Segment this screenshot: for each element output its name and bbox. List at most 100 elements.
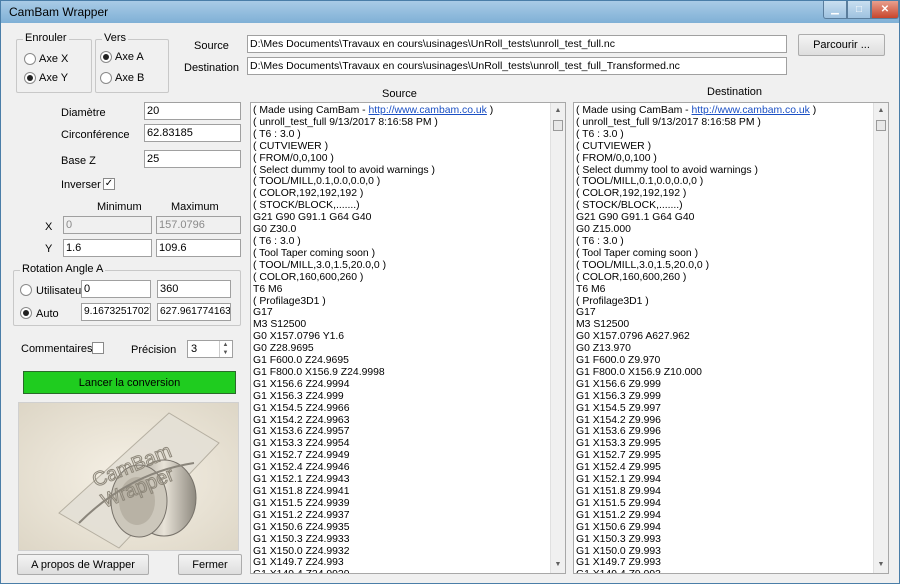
title-bar[interactable]: CamBam Wrapper ▁ □ ✕ bbox=[1, 1, 899, 23]
code-line: ( Select dummy tool to avoid warnings ) bbox=[253, 164, 435, 176]
code-line: G1 X156.6 Z24.9994 bbox=[253, 378, 350, 390]
code-line: G1 X152.1 Z24.9943 bbox=[253, 474, 350, 486]
basez-input[interactable]: 25 bbox=[144, 150, 241, 168]
x-max-input[interactable]: 157.0796 bbox=[156, 216, 241, 234]
maximize-button[interactable]: □ bbox=[847, 1, 871, 19]
scroll-down-icon[interactable]: ▼ bbox=[551, 557, 565, 573]
y-max-input[interactable]: 109.6 bbox=[156, 239, 241, 257]
about-button[interactable]: A propos de Wrapper bbox=[17, 554, 149, 575]
code-line: ( COLOR,192,192,192 ) bbox=[576, 188, 687, 200]
code-line: G1 X149.7 Z9.993 bbox=[576, 557, 661, 569]
wrapper-illustration: CamBam Wrapper bbox=[19, 403, 238, 550]
radio-auto[interactable] bbox=[20, 307, 32, 319]
code-line: ( TOOL/MILL,0.1,0.0,0.0,0 ) bbox=[253, 176, 381, 188]
code-line: G1 X152.1 Z9.994 bbox=[576, 474, 661, 486]
code-line: G0 Z15.000 bbox=[576, 224, 631, 236]
radio-auto-label[interactable]: Auto bbox=[36, 308, 59, 320]
diametre-input[interactable]: 20 bbox=[144, 102, 241, 120]
inverser-label: Inverser bbox=[61, 179, 101, 191]
radio-utilisateur[interactable] bbox=[20, 284, 32, 296]
scroll-down-icon[interactable]: ▼ bbox=[874, 557, 888, 573]
stepper-up-icon[interactable]: ▲ bbox=[219, 341, 231, 349]
destination-file-input[interactable]: D:\Mes Documents\Travaux en cours\usinag… bbox=[247, 57, 787, 75]
scroll-thumb[interactable] bbox=[876, 120, 886, 131]
code-line: G1 X156.3 Z9.999 bbox=[576, 390, 661, 402]
x-min-input[interactable]: 0 bbox=[63, 216, 152, 234]
scroll-up-icon[interactable]: ▲ bbox=[551, 103, 565, 119]
radio-axe-y-label[interactable]: Axe Y bbox=[39, 72, 68, 84]
maximum-header: Maximum bbox=[171, 201, 219, 213]
cambam-link[interactable]: http://www.cambam.co.uk bbox=[369, 105, 487, 116]
code-line: G1 X153.3 Z24.9954 bbox=[253, 438, 350, 450]
destination-scrollbar[interactable]: ▲ ▼ bbox=[873, 103, 888, 573]
source-scrollbar[interactable]: ▲ ▼ bbox=[550, 103, 565, 573]
precision-label: Précision bbox=[131, 344, 177, 356]
maximize-icon: □ bbox=[855, 4, 863, 15]
code-line: G1 X151.2 Z9.994 bbox=[576, 509, 661, 521]
auto-max-input[interactable]: 627.9617741638 bbox=[157, 303, 231, 321]
destination-panel-title: Destination bbox=[707, 86, 763, 98]
code-line: ( Profilage3D1 ) bbox=[253, 295, 326, 307]
browse-button[interactable]: Parcourir ... bbox=[798, 34, 885, 56]
window-title: CamBam Wrapper bbox=[9, 5, 109, 19]
radio-utilisateur-label[interactable]: Utilisateur bbox=[36, 285, 85, 297]
code-line: G1 F600.0 Z24.9695 bbox=[253, 355, 349, 367]
code-line: ( FROM/0,0,100 ) bbox=[253, 152, 334, 164]
code-line: ( CUTVIEWER ) bbox=[253, 140, 329, 152]
commentaires-label: Commentaires bbox=[21, 343, 93, 355]
utilisateur-max-input[interactable]: 360 bbox=[157, 280, 231, 298]
close-button[interactable]: Fermer bbox=[178, 554, 242, 575]
code-line: G1 X151.2 Z24.9937 bbox=[253, 509, 350, 521]
code-line: G1 X154.5 Z24.9966 bbox=[253, 402, 350, 414]
destination-code: ( Made using CamBam - http://www.cambam.… bbox=[576, 105, 872, 573]
y-min-input[interactable]: 1.6 bbox=[63, 239, 152, 257]
checkmark-icon: ✓ bbox=[104, 178, 114, 189]
convert-button[interactable]: Lancer la conversion bbox=[23, 371, 236, 394]
code-line: G1 X150.0 Z24.9932 bbox=[253, 545, 350, 557]
circonference-input[interactable]: 62.83185 bbox=[144, 124, 241, 142]
code-line: G1 X154.2 Z9.996 bbox=[576, 414, 661, 426]
radio-axe-a[interactable] bbox=[100, 51, 112, 63]
source-file-input[interactable]: D:\Mes Documents\Travaux en cours\usinag… bbox=[247, 35, 787, 53]
destination-text-area[interactable]: ( Made using CamBam - http://www.cambam.… bbox=[573, 102, 889, 574]
radio-axe-b-label[interactable]: Axe B bbox=[115, 72, 144, 84]
stepper-down-icon[interactable]: ▼ bbox=[219, 349, 231, 357]
radio-axe-y[interactable] bbox=[24, 72, 36, 84]
scroll-thumb[interactable] bbox=[553, 120, 563, 131]
vers-title: Vers bbox=[102, 32, 129, 44]
code-line: M3 S12500 bbox=[253, 319, 307, 331]
source-panel-title: Source bbox=[382, 88, 417, 100]
source-lines: ( unroll_test_full 9/13/2017 8:16:58 PM … bbox=[253, 117, 549, 573]
precision-stepper[interactable]: 3 ▲ ▼ bbox=[187, 340, 233, 358]
radio-axe-a-label[interactable]: Axe A bbox=[115, 51, 144, 63]
cambam-link[interactable]: http://www.cambam.co.uk bbox=[692, 105, 810, 116]
minimize-icon: ▁ bbox=[831, 4, 839, 15]
code-line: G1 X150.3 Z24.9933 bbox=[253, 533, 350, 545]
close-window-button[interactable]: ✕ bbox=[871, 1, 899, 19]
auto-min-input[interactable]: 9.16732517027 bbox=[81, 303, 151, 321]
minimum-header: Minimum bbox=[97, 201, 142, 213]
code-line: G0 Z30.0 bbox=[253, 224, 297, 236]
scroll-up-icon[interactable]: ▲ bbox=[874, 103, 888, 119]
minimize-button[interactable]: ▁ bbox=[823, 1, 847, 19]
code-line: G1 X153.3 Z9.995 bbox=[576, 438, 661, 450]
y-label: Y bbox=[45, 243, 53, 255]
radio-axe-b[interactable] bbox=[100, 72, 112, 84]
code-line: ( CUTVIEWER ) bbox=[576, 140, 652, 152]
utilisateur-min-input[interactable]: 0 bbox=[81, 280, 151, 298]
source-file-label: Source bbox=[194, 40, 229, 52]
commentaires-checkbox[interactable] bbox=[92, 342, 104, 354]
destination-header-line: ( Made using CamBam - http://www.cambam.… bbox=[576, 105, 817, 116]
radio-axe-x[interactable] bbox=[24, 53, 36, 65]
source-text-area[interactable]: ( Made using CamBam - http://www.cambam.… bbox=[250, 102, 566, 574]
source-code: ( Made using CamBam - http://www.cambam.… bbox=[253, 105, 549, 573]
code-line: G0 X157.0796 A627.962 bbox=[576, 331, 690, 343]
code-line: G17 bbox=[253, 307, 273, 319]
source-header-line: ( Made using CamBam - http://www.cambam.… bbox=[253, 105, 494, 116]
code-line: G1 F800.0 X156.9 Z24.9998 bbox=[253, 366, 385, 378]
code-line: ( COLOR,160,600,260 ) bbox=[253, 271, 364, 283]
code-line: G1 X150.6 Z9.994 bbox=[576, 521, 661, 533]
code-line: ( unroll_test_full 9/13/2017 8:16:58 PM … bbox=[576, 116, 761, 128]
radio-axe-x-label[interactable]: Axe X bbox=[39, 53, 68, 65]
inverser-checkbox[interactable]: ✓ bbox=[103, 178, 115, 190]
